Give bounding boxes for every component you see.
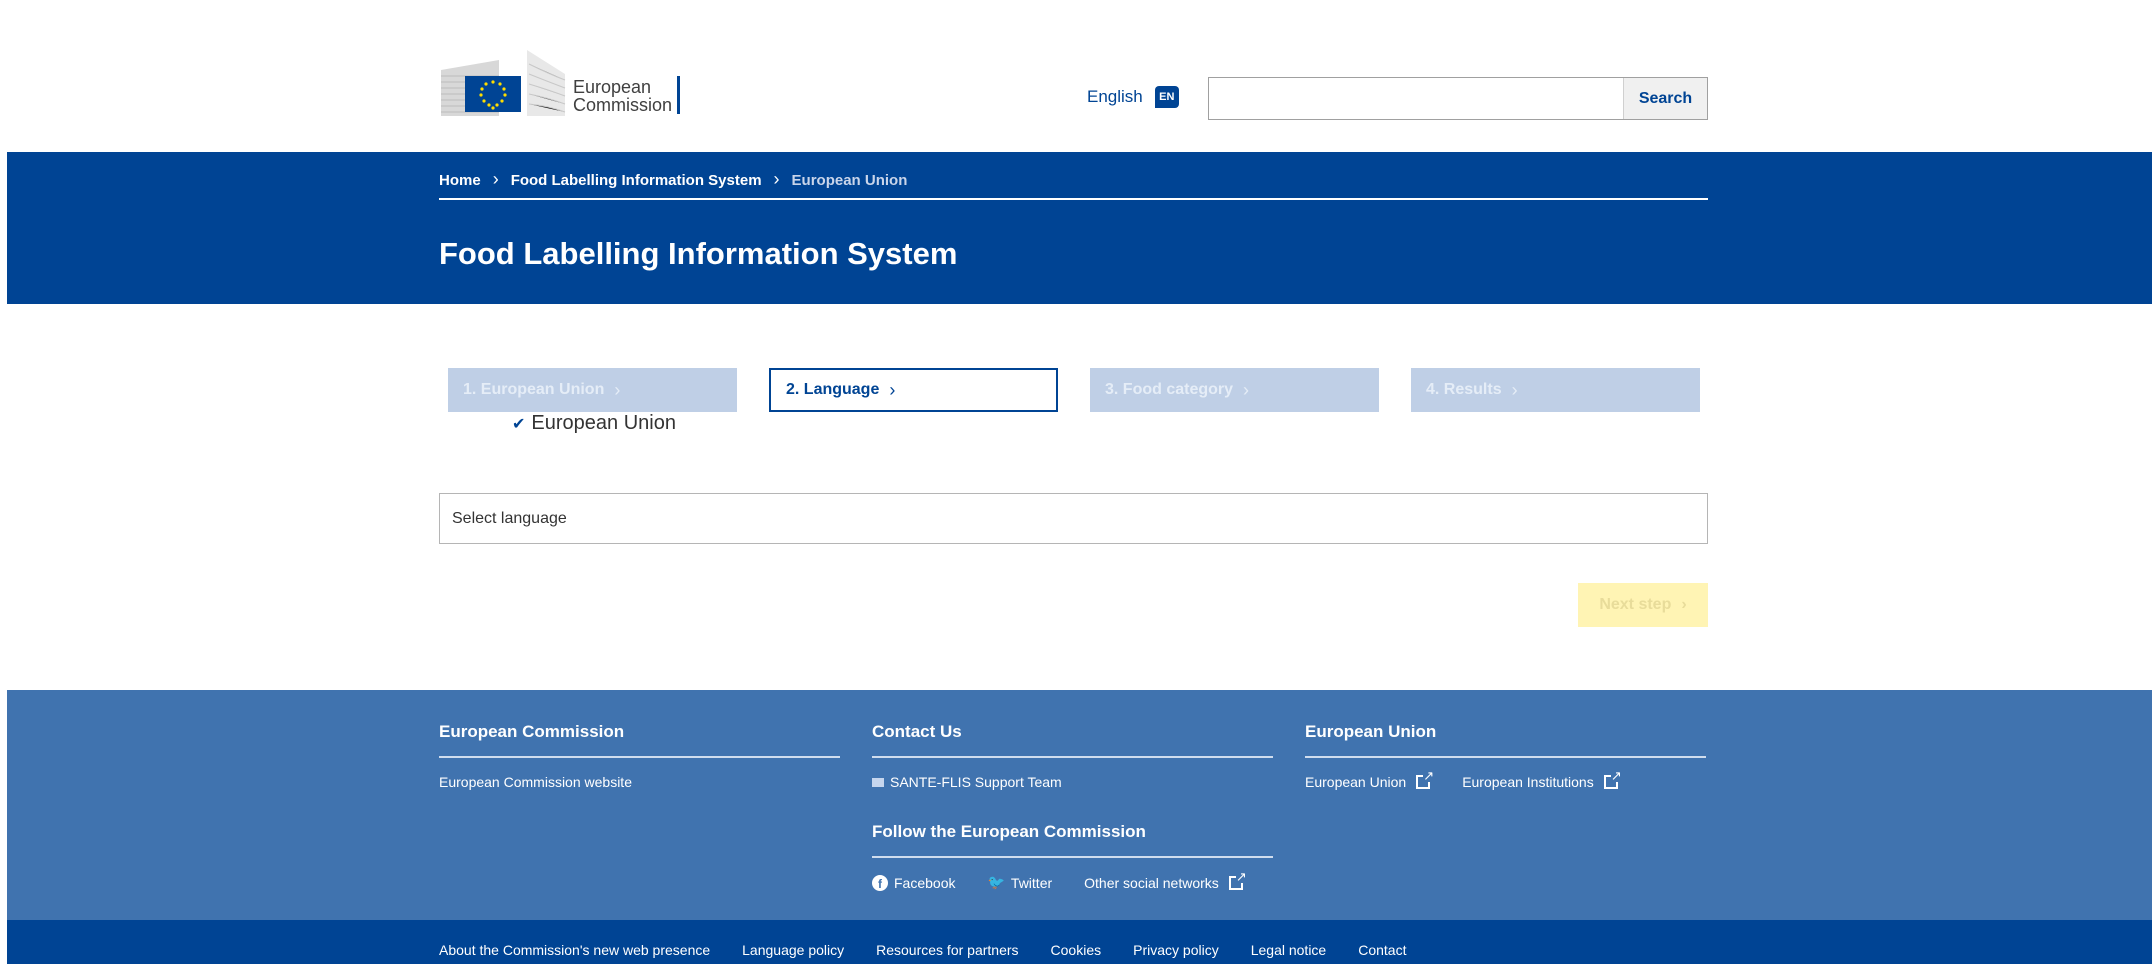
external-link-icon — [1228, 869, 1247, 890]
footer-link-support-team[interactable]: SANTE-FLIS Support Team — [872, 774, 1062, 790]
search-input[interactable] — [1209, 78, 1623, 119]
european-commission-logo[interactable]: European Commission — [439, 50, 689, 116]
completed-step-label: European Union — [531, 412, 676, 434]
next-step-button: Next step › — [1578, 583, 1708, 627]
logo-line-1: European — [573, 77, 652, 97]
breadcrumb-current: European Union — [791, 172, 908, 189]
footer-link-label: SANTE-FLIS Support Team — [890, 774, 1062, 790]
footer-link-european-union[interactable]: European Union — [1305, 769, 1435, 790]
footer-heading-follow: Follow the European Commission — [872, 822, 1273, 858]
wizard-steps: 1. European Union › 2. Language › 3. Food … — [448, 368, 1700, 412]
footer-link-privacy[interactable]: Privacy policy — [1133, 942, 1219, 958]
ec-logo-icon — [441, 50, 566, 116]
site-header: European Commission English EN Search — [0, 0, 2152, 152]
footer-link-facebook[interactable]: f Facebook — [872, 874, 955, 891]
chevron-right-icon: › — [1511, 379, 1518, 400]
next-step-label: Next step — [1599, 596, 1672, 613]
search-form: Search — [1208, 77, 1708, 120]
external-link-icon — [1603, 769, 1622, 789]
step-label: 3. Food category — [1105, 381, 1234, 398]
chevron-right-icon: › — [1681, 596, 1687, 613]
footer-bottom-bar: About the Commission's new web presence … — [7, 920, 2152, 964]
step-results: 4. Results › — [1411, 368, 1700, 412]
footer-link-commission-website[interactable]: European Commission website — [439, 774, 632, 790]
mail-icon — [872, 777, 884, 787]
language-code-icon: EN — [1154, 86, 1179, 108]
footer-heading: European Commission — [439, 722, 840, 758]
footer-link-twitter[interactable]: 🐦 Twitter — [987, 874, 1052, 891]
breadcrumb-home[interactable]: Home — [439, 172, 481, 189]
footer-col-commission: European Commission European Commission … — [439, 722, 840, 790]
step-label: 2. Language — [786, 381, 880, 398]
step-food-category: 3. Food category › — [1090, 368, 1379, 412]
breadcrumb-flis[interactable]: Food Labelling Information System — [511, 172, 762, 189]
footer-link-label: Other social networks — [1084, 874, 1219, 891]
chevron-right-icon: › — [1243, 379, 1250, 400]
footer-link-legal[interactable]: Legal notice — [1251, 942, 1327, 958]
chevron-right-icon: › — [889, 379, 896, 400]
footer-link-contact[interactable]: Contact — [1358, 942, 1406, 958]
logo-divider — [677, 76, 680, 114]
chevron-right-icon: › — [492, 169, 499, 189]
check-icon: ✔ — [512, 415, 526, 433]
footer-link-resources[interactable]: Resources for partners — [876, 942, 1018, 958]
search-button[interactable]: Search — [1623, 78, 1707, 119]
facebook-icon: f — [872, 874, 888, 891]
page-title: Food Labelling Information System — [439, 236, 958, 271]
step-language[interactable]: 2. Language › — [769, 368, 1058, 412]
footer-col-eu: European Union European Union European I… — [1305, 722, 1706, 790]
step-european-union[interactable]: 1. European Union › — [448, 368, 737, 412]
footer-heading: Contact Us — [872, 722, 1273, 758]
language-switcher[interactable]: English EN — [1087, 86, 1179, 108]
step-label: 4. Results — [1426, 381, 1502, 398]
step-label: 1. European Union — [463, 381, 605, 398]
completed-step-value: ✔ European Union — [512, 412, 676, 435]
footer: European Commission European Commission … — [7, 690, 2152, 920]
footer-link-language-policy[interactable]: Language policy — [742, 942, 844, 958]
footer-link-web-presence[interactable]: About the Commission's new web presence — [439, 942, 710, 958]
footer-link-label: Facebook — [894, 874, 956, 891]
footer-link-label: European Institutions — [1462, 774, 1594, 790]
footer-link-european-institutions[interactable]: European Institutions — [1462, 769, 1622, 790]
twitter-icon: 🐦 — [987, 874, 1005, 890]
language-label: English — [1087, 87, 1143, 106]
logo-line-2: Commission — [573, 95, 673, 115]
footer-link-label: European Union — [1305, 774, 1407, 790]
logo-text: European Commission — [573, 78, 672, 114]
chevron-right-icon: › — [614, 379, 621, 400]
footer-heading: European Union — [1305, 722, 1706, 758]
language-select-placeholder: Select language — [452, 509, 567, 527]
footer-link-cookies[interactable]: Cookies — [1051, 942, 1102, 958]
footer-link-label: Twitter — [1010, 874, 1053, 891]
chevron-right-icon: › — [773, 169, 780, 189]
page-banner: Home › Food Labelling Information System… — [7, 152, 2152, 304]
breadcrumb: Home › Food Labelling Information System… — [439, 166, 1708, 200]
footer-link-other-social[interactable]: Other social networks — [1084, 869, 1247, 891]
external-link-icon — [1416, 769, 1435, 789]
footer-bottom-links: About the Commission's new web presence … — [439, 942, 1406, 958]
footer-col-contact: Contact Us SANTE-FLIS Support Team Follo… — [872, 722, 1273, 891]
language-select[interactable]: Select language — [439, 493, 1708, 544]
